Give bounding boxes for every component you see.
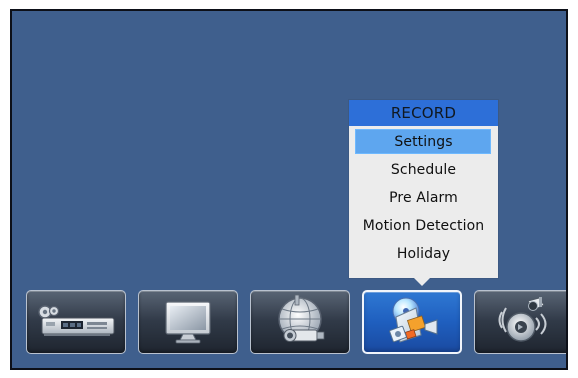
record-button[interactable]: [362, 290, 462, 354]
menu-item-label: Pre Alarm: [389, 190, 458, 206]
camera-audio-button[interactable]: [474, 290, 566, 354]
monitor-icon: [160, 300, 216, 344]
dvr-screen: RECORD Settings Schedule Pre Alarm Motio…: [10, 9, 568, 370]
camera-audio-icon: [494, 296, 554, 348]
network-camera-button[interactable]: [250, 290, 350, 354]
menu-item-pre-alarm[interactable]: Pre Alarm: [349, 184, 498, 212]
menu-item-schedule[interactable]: Schedule: [349, 156, 498, 184]
menu-item-motion-detection[interactable]: Motion Detection: [349, 212, 498, 240]
record-menu-title: RECORD: [349, 100, 498, 126]
menu-item-settings[interactable]: Settings: [349, 128, 498, 156]
menu-item-label: Motion Detection: [362, 218, 485, 234]
record-menu: RECORD Settings Schedule Pre Alarm Motio…: [349, 100, 498, 278]
menu-item-label: Holiday: [396, 246, 451, 262]
dvr-icon: [34, 304, 118, 340]
main-toolbar: [26, 290, 566, 356]
network-camera-icon: [271, 294, 329, 349]
dvr-button[interactable]: [26, 290, 126, 354]
menu-item-label: Settings: [394, 134, 453, 150]
menu-item-holiday[interactable]: Holiday: [349, 240, 498, 268]
record-icon: [382, 296, 442, 348]
menu-item-label: Schedule: [390, 162, 457, 178]
monitor-button[interactable]: [138, 290, 238, 354]
menu-pointer: [414, 278, 430, 286]
record-menu-items: Settings Schedule Pre Alarm Motion Detec…: [349, 128, 498, 268]
